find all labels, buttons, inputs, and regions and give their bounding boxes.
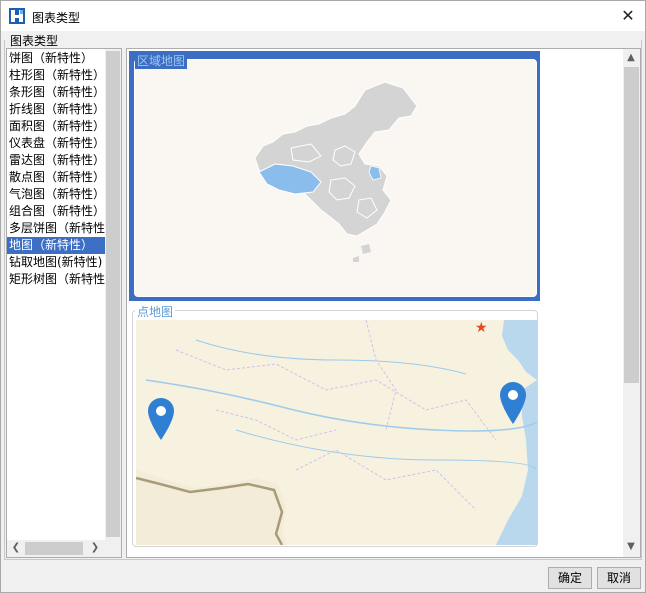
- list-vertical-scrollbar[interactable]: [105, 49, 121, 540]
- map-pin-icon[interactable]: [500, 382, 526, 424]
- point-map-card[interactable]: ★: [132, 310, 538, 547]
- scroll-left-icon[interactable]: ❮: [8, 540, 24, 556]
- list-item-bar[interactable]: 条形图（新特性）: [7, 84, 105, 101]
- list-item-area[interactable]: 面积图（新特性）: [7, 118, 105, 135]
- list-item-gauge[interactable]: 仪表盘（新特性）: [7, 135, 105, 152]
- list-item-treemap[interactable]: 矩形树图（新特性: [7, 271, 105, 288]
- list-item-drill-map[interactable]: 钻取地图(新特性): [7, 254, 105, 271]
- ok-button[interactable]: 确定: [548, 567, 592, 589]
- list-item-line[interactable]: 折线图（新特性）: [7, 101, 105, 118]
- close-button[interactable]: ✕: [617, 5, 639, 27]
- china-map-image: [254, 81, 418, 262]
- list-item-map[interactable]: 地图（新特性）: [7, 237, 105, 254]
- cancel-button[interactable]: 取消: [597, 567, 641, 589]
- group-label: 图表类型: [9, 32, 60, 49]
- preview-vertical-scroll-thumb[interactable]: [624, 67, 639, 383]
- point-map-label: 点地图: [135, 303, 176, 320]
- list-item-column[interactable]: 柱形图（新特性）: [7, 67, 105, 84]
- preview-vertical-scrollbar[interactable]: ▲ ▼: [623, 49, 640, 557]
- window-title: 图表类型: [32, 11, 81, 25]
- list-item-combo[interactable]: 组合图（新特性）: [7, 203, 105, 220]
- region-map-label: 区域地图: [135, 52, 188, 69]
- list-item-multi-pie[interactable]: 多层饼图（新特性: [7, 220, 105, 237]
- list-horizontal-scrollbar[interactable]: ❮ ❯: [7, 540, 121, 557]
- chart-preview-panel: 区域地图 ★ 点地图 ▲ ▼: [126, 48, 641, 558]
- list-item-bubble[interactable]: 气泡图（新特性）: [7, 186, 105, 203]
- region-map-card[interactable]: 区域地图: [129, 51, 540, 301]
- list-item-scatter[interactable]: 散点图（新特性）: [7, 169, 105, 186]
- region-map-preview: [134, 59, 537, 297]
- list-item-radar[interactable]: 雷达图（新特性）: [7, 152, 105, 169]
- list-item-pie[interactable]: 饼图（新特性）: [7, 50, 105, 67]
- scroll-up-icon[interactable]: ▲: [623, 50, 639, 66]
- chart-type-dialog: 图表类型 ✕ 图表类型 饼图（新特性） 柱形图（新特性） 条形图（新特性） 折线…: [0, 0, 646, 593]
- list-vertical-scroll-thumb[interactable]: [106, 51, 120, 537]
- map-pin-icon[interactable]: [148, 398, 174, 440]
- app-icon: [9, 8, 25, 24]
- close-icon: ✕: [621, 6, 635, 25]
- list-horizontal-scroll-thumb[interactable]: [25, 542, 83, 555]
- scroll-right-icon[interactable]: ❯: [87, 540, 103, 556]
- capital-star-icon: ★: [475, 320, 488, 336]
- terrain-map-image: [136, 320, 537, 545]
- chart-type-list[interactable]: 饼图（新特性） 柱形图（新特性） 条形图（新特性） 折线图（新特性） 面积图（新…: [6, 48, 122, 558]
- scroll-down-icon[interactable]: ▼: [623, 539, 639, 555]
- point-map-preview: ★: [136, 320, 537, 545]
- title-bar: 图表类型 ✕: [1, 1, 645, 31]
